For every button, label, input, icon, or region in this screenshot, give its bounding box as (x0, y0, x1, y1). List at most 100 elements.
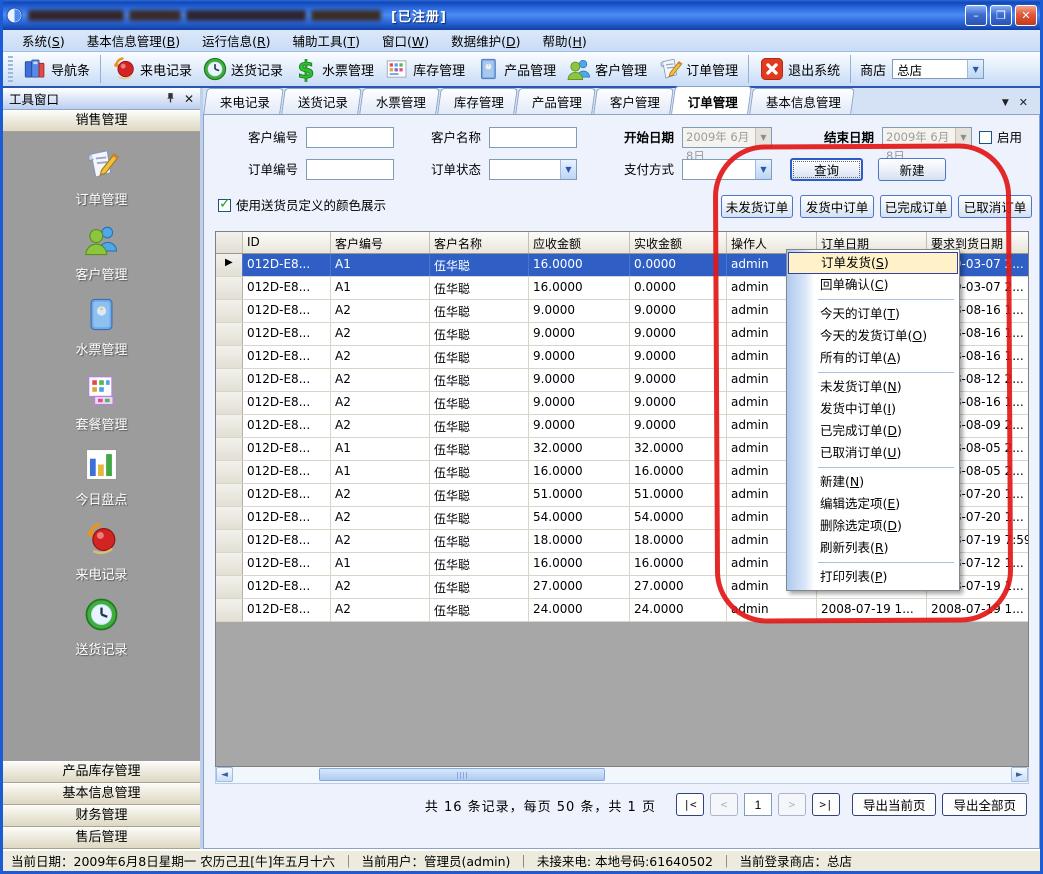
sidebar-close-icon[interactable]: ✕ (184, 92, 194, 106)
context-menu-item-12[interactable]: 新建(N) (788, 471, 958, 493)
sidebar-item-4[interactable]: 今日盘点 (75, 446, 127, 508)
tab-2[interactable]: 水票管理 (359, 88, 440, 114)
row-selector[interactable] (216, 300, 243, 322)
chevron-down-icon[interactable]: ▼ (755, 160, 771, 179)
new-button[interactable]: 新建 (878, 158, 946, 181)
column-header-2[interactable]: 客户名称 (430, 232, 529, 253)
row-selector[interactable]: ▶ (216, 254, 243, 276)
toolbar-button-4[interactable]: 库存管理 (379, 54, 470, 84)
context-menu-item-10[interactable]: 已取消订单(U) (788, 442, 958, 464)
menubar-item-4[interactable]: 窗口(W) (371, 29, 440, 52)
order-status-filter-button-2[interactable]: 已完成订单 (880, 195, 952, 218)
toolbar-button-6[interactable]: 客户管理 (561, 54, 652, 84)
menubar-item-3[interactable]: 辅助工具(T) (282, 29, 371, 52)
sidebar-section-1[interactable]: 基本信息管理 (3, 783, 200, 805)
toolbar-button-5[interactable]: 产品管理 (470, 54, 561, 84)
sidebar-item-1[interactable]: 客户管理 (75, 221, 127, 283)
tab-close-icon[interactable]: ✕ (1019, 96, 1028, 109)
tab-3[interactable]: 库存管理 (437, 88, 518, 114)
chevron-down-icon[interactable]: ▼ (955, 128, 971, 147)
sidebar-section-2[interactable]: 财务管理 (3, 805, 200, 827)
column-header-3[interactable]: 应收金额 (529, 232, 630, 253)
page-number-input[interactable] (744, 793, 772, 816)
export-current-page-button[interactable]: 导出当前页 (852, 793, 937, 816)
row-selector[interactable] (216, 323, 243, 345)
customer-name-input[interactable] (489, 127, 577, 148)
query-button[interactable]: 查询 (790, 158, 863, 181)
sidebar-item-0[interactable]: 订单管理 (75, 146, 127, 208)
sidebar-item-6[interactable]: 送货记录 (75, 596, 127, 658)
menubar-item-6[interactable]: 帮助(H) (532, 29, 598, 52)
sidebar-item-3[interactable]: 套餐管理 (75, 371, 127, 433)
row-selector[interactable] (216, 530, 243, 552)
tab-4[interactable]: 产品管理 (515, 88, 596, 114)
row-selector[interactable] (216, 553, 243, 575)
tab-0[interactable]: 来电记录 (203, 88, 284, 114)
tab-5[interactable]: 客户管理 (593, 88, 674, 114)
pay-method-select[interactable]: ▼ (682, 159, 772, 180)
context-menu-item-1[interactable]: 回单确认(C) (788, 274, 958, 296)
shop-select[interactable]: 总店 ▼ (892, 59, 984, 79)
sidebar-section-3[interactable]: 售后管理 (3, 827, 200, 849)
context-menu-item-4[interactable]: 今天的发货订单(O) (788, 325, 958, 347)
row-selector[interactable] (216, 438, 243, 460)
menubar-item-0[interactable]: 系统(S) (11, 29, 76, 52)
order-no-input[interactable] (306, 159, 394, 180)
tab-dropdown-icon[interactable]: ▼ (1002, 96, 1009, 109)
toolbar-button-1[interactable]: 来电记录 (106, 54, 197, 84)
toolbar-button-7[interactable]: 订单管理 (652, 54, 743, 84)
column-header-4[interactable]: 实收金额 (630, 232, 727, 253)
tab-6[interactable]: 订单管理 (671, 86, 752, 114)
context-menu-item-14[interactable]: 删除选定项(D) (788, 515, 958, 537)
menubar-item-1[interactable]: 基本信息管理(B) (76, 29, 191, 52)
export-all-pages-button[interactable]: 导出全部页 (942, 793, 1027, 816)
first-page-button[interactable]: |< (676, 793, 704, 816)
sidebar-section-0[interactable]: 产品库存管理 (3, 761, 200, 783)
next-page-button[interactable]: > (778, 793, 806, 816)
sidebar-item-5[interactable]: 来电记录 (75, 521, 127, 583)
context-menu-item-7[interactable]: 未发货订单(N) (788, 376, 958, 398)
start-date-picker[interactable]: 2009年 6月 8日▼ (682, 127, 772, 148)
scrollbar-thumb[interactable] (319, 768, 605, 781)
row-selector[interactable] (216, 369, 243, 391)
chevron-down-icon[interactable]: ▼ (560, 160, 576, 179)
row-selector[interactable] (216, 346, 243, 368)
toolbar-grip[interactable] (8, 56, 13, 82)
context-menu-item-13[interactable]: 编辑选定项(E) (788, 493, 958, 515)
chevron-down-icon[interactable]: ▼ (755, 128, 771, 147)
order-status-select[interactable]: ▼ (489, 159, 577, 180)
context-menu-item-0[interactable]: 订单发货(S) (788, 252, 958, 274)
prev-page-button[interactable]: < (710, 793, 738, 816)
context-menu-item-9[interactable]: 已完成订单(D) (788, 420, 958, 442)
toolbar-button-0[interactable]: 导航条 (17, 54, 95, 84)
close-button[interactable]: ✕ (1015, 5, 1037, 26)
scroll-left-icon[interactable]: ◄ (216, 767, 233, 782)
chevron-down-icon[interactable]: ▼ (967, 60, 983, 78)
context-menu-item-5[interactable]: 所有的订单(A) (788, 347, 958, 369)
sidebar-section-sales[interactable]: 销售管理 (3, 110, 200, 132)
context-menu-item-3[interactable]: 今天的订单(T) (788, 303, 958, 325)
row-selector[interactable] (216, 599, 243, 621)
column-header-0[interactable]: ID (243, 232, 331, 253)
row-selector[interactable] (216, 392, 243, 414)
context-menu-item-8[interactable]: 发货中订单(I) (788, 398, 958, 420)
toolbar-button-3[interactable]: $水票管理 (288, 54, 379, 84)
menubar-item-2[interactable]: 运行信息(R) (191, 29, 281, 52)
sidebar-item-2[interactable]: 水票管理 (75, 296, 127, 358)
enable-checkbox[interactable] (979, 131, 992, 144)
order-status-filter-button-3[interactable]: 已取消订单 (958, 195, 1032, 218)
end-date-picker[interactable]: 2009年 6月 8日▼ (882, 127, 972, 148)
row-selector[interactable] (216, 484, 243, 506)
context-menu-item-15[interactable]: 刷新列表(R) (788, 537, 958, 559)
row-selector[interactable] (216, 576, 243, 598)
context-menu-item-17[interactable]: 打印列表(P) (788, 566, 958, 588)
tab-7[interactable]: 基本信息管理 (749, 88, 855, 114)
order-status-filter-button-0[interactable]: 未发货订单 (721, 195, 793, 218)
last-page-button[interactable]: >| (812, 793, 840, 816)
column-header-1[interactable]: 客户编号 (331, 232, 430, 253)
row-selector[interactable] (216, 461, 243, 483)
maximize-button[interactable]: ❐ (990, 5, 1012, 26)
customer-no-input[interactable] (306, 127, 394, 148)
pin-icon[interactable] (165, 92, 176, 106)
scroll-right-icon[interactable]: ► (1011, 767, 1028, 782)
